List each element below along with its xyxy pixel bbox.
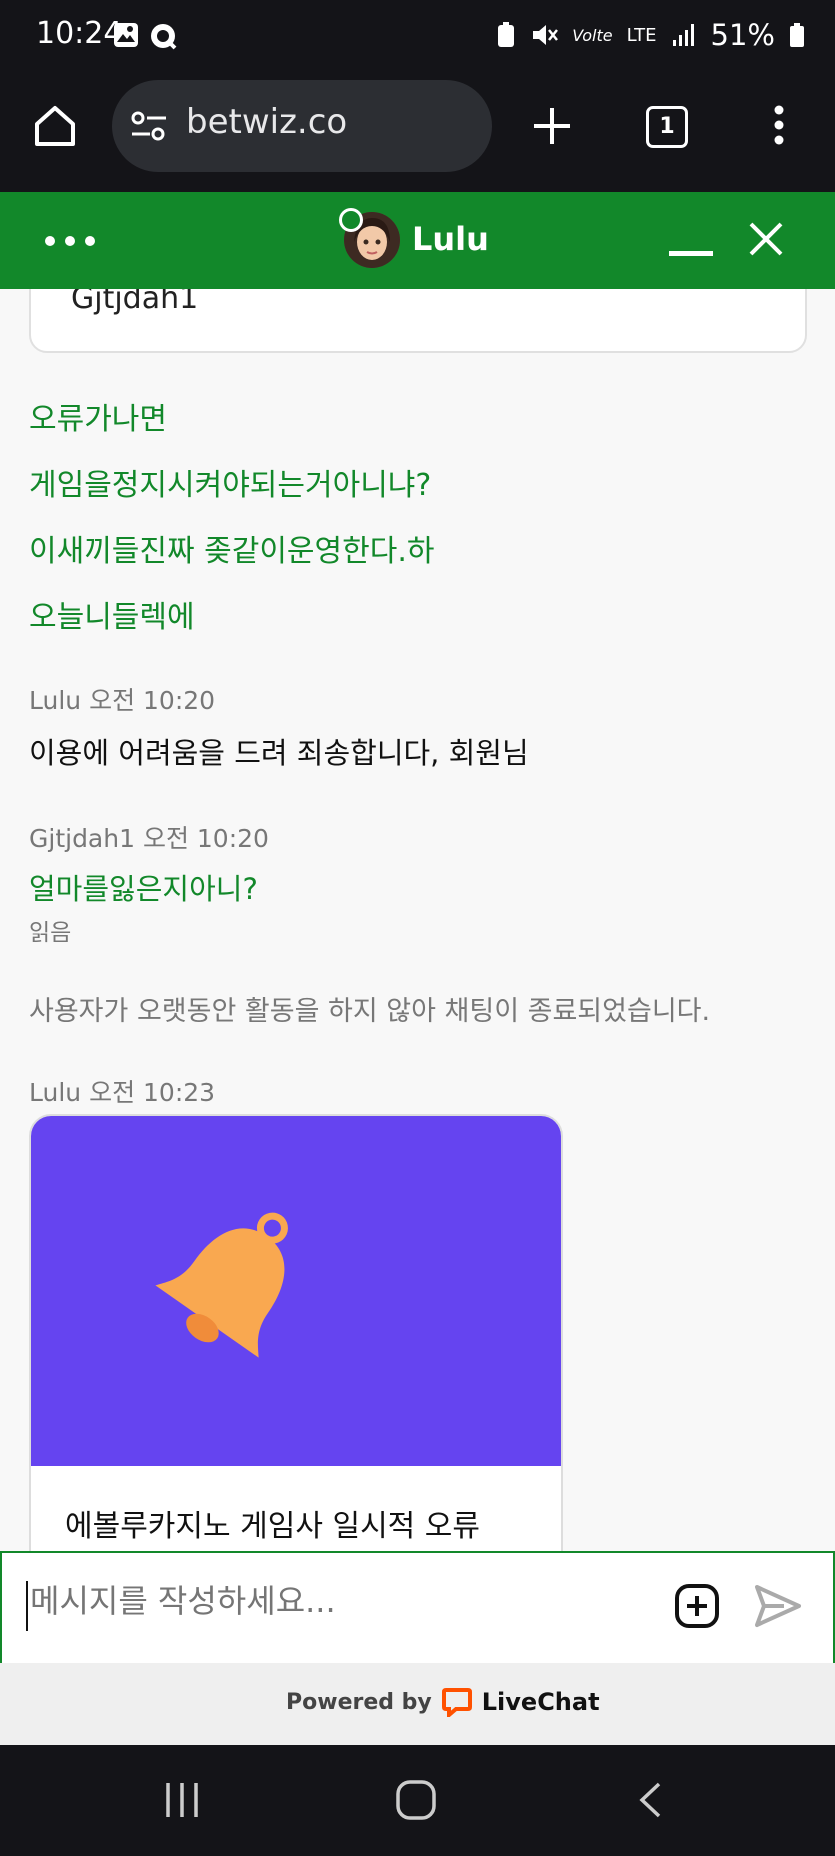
attach-icon[interactable]	[674, 1583, 720, 1629]
message-input[interactable]	[28, 1581, 652, 1621]
previous-card-text: Gjtjdah1	[71, 289, 199, 316]
card-image	[31, 1116, 561, 1466]
gallery-icon	[114, 23, 138, 47]
user-message: 얼마를잃은지아니?	[29, 872, 258, 906]
home-icon[interactable]	[32, 103, 78, 149]
more-options-icon[interactable]	[770, 104, 788, 146]
tab-count: 1	[659, 114, 675, 139]
chat-transcript[interactable]: Gjtjdah1 오류가나면 게임을정지시켜야되는거아니냐? 이새끼들진짜 좆같…	[0, 289, 835, 1551]
bell-icon	[155, 1212, 288, 1358]
menu-dots-icon[interactable]	[44, 235, 96, 247]
battery-icon	[790, 23, 804, 47]
livechat-brand: LiveChat	[481, 1688, 600, 1716]
mute-icon	[533, 25, 559, 45]
agent-name: Lulu	[412, 220, 489, 258]
battery-saver-icon	[498, 22, 515, 47]
user-message: 오늘니들렉에	[29, 600, 195, 635]
status-left-icons	[113, 22, 177, 50]
url-text: betwiz.co	[186, 102, 348, 142]
user-message: 오류가나면	[29, 402, 167, 437]
back-icon[interactable]	[637, 1781, 663, 1819]
status-time: 10:24	[36, 16, 123, 51]
online-status-indicator	[339, 208, 363, 232]
signal-icon	[672, 24, 694, 46]
close-icon[interactable]	[748, 221, 784, 257]
minimize-icon[interactable]	[669, 250, 713, 258]
user-message: 게임을정지시켜야되는거아니냐?	[29, 468, 432, 503]
browser-toolbar: betwiz.co 1	[0, 78, 835, 192]
volte-label: Volte	[572, 25, 613, 45]
user-message-meta: Gjtjdah1 오전 10:20	[29, 824, 269, 853]
user-message: 이새끼들진짜 좆같이운영한다.하	[29, 534, 435, 569]
agent-message: 이용에 어려움을 드려 죄송합니다, 회원님	[29, 736, 529, 770]
home-button-icon[interactable]	[395, 1779, 437, 1821]
powered-by-footer: Powered by LiveChat	[0, 1663, 835, 1745]
recent-apps-icon[interactable]	[164, 1781, 200, 1819]
chat-header: Lulu	[0, 192, 835, 289]
announcement-card[interactable]: 에볼루카지노 게임사 일시적 오류	[29, 1114, 563, 1551]
powered-by[interactable]: Powered by LiveChat	[286, 1687, 600, 1717]
card-title: 에볼루카지노 게임사 일시적 오류	[65, 1509, 481, 1544]
tab-switcher-button[interactable]: 1	[646, 106, 688, 148]
battery-percent: 51%	[710, 18, 775, 52]
network-label: LTE	[626, 24, 657, 46]
address-bar[interactable]: betwiz.co	[112, 80, 492, 172]
previous-message-card: Gjtjdah1	[29, 289, 807, 353]
livechat-logo-icon	[441, 1688, 472, 1717]
system-nav-bar	[0, 1745, 835, 1856]
new-tab-icon[interactable]	[532, 106, 572, 146]
chat-bubble-icon	[151, 24, 177, 50]
status-bar: 10:24 Volte LTE 51%	[0, 0, 835, 78]
read-status: 읽음	[29, 920, 72, 946]
send-icon[interactable]	[754, 1583, 802, 1629]
agent-message-meta: Lulu 오전 10:23	[29, 1078, 216, 1107]
status-right: Volte LTE 51%	[496, 18, 805, 52]
powered-by-label: Powered by	[286, 1689, 432, 1715]
site-settings-icon[interactable]	[130, 110, 168, 142]
message-composer	[0, 1551, 835, 1665]
agent-message-meta: Lulu 오전 10:20	[29, 686, 216, 715]
system-notice: 사용자가 오랫동안 활동을 하지 않아 채팅이 종료되었습니다.	[29, 996, 711, 1027]
